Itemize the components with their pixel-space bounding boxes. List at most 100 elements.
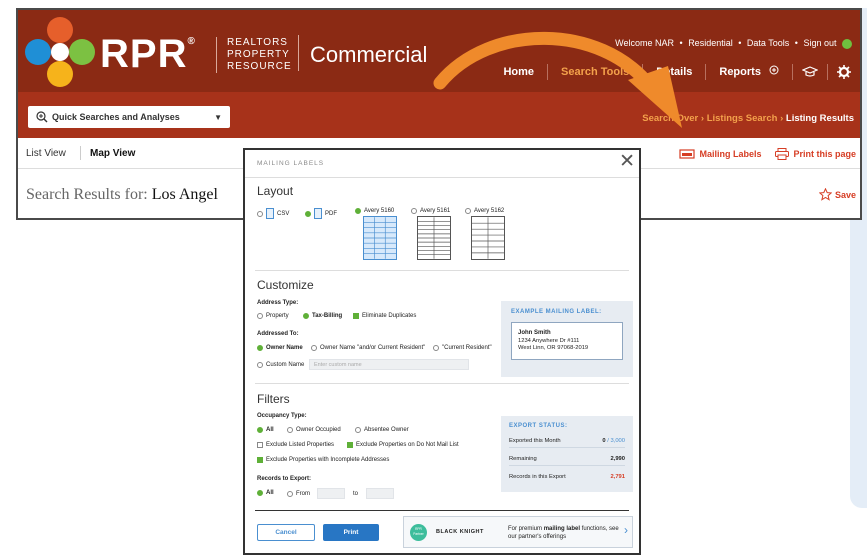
graduation-cap-icon xyxy=(802,66,818,77)
results-query: Los Angel xyxy=(151,186,218,203)
radio[interactable] xyxy=(311,345,317,351)
avery-5160-preview-icon[interactable] xyxy=(363,216,397,260)
radio-selected[interactable] xyxy=(303,313,309,319)
radio[interactable] xyxy=(355,427,361,433)
checkbox[interactable] xyxy=(257,442,263,448)
reports-icon xyxy=(769,65,779,75)
layout-heading: Layout xyxy=(257,184,294,198)
occupancy-all-option[interactable]: All xyxy=(257,427,274,433)
radio[interactable] xyxy=(465,208,471,214)
partner-promo[interactable]: RPR Partner BLACK KNIGHT For premium mai… xyxy=(403,516,633,548)
print-page-button[interactable]: Print this page xyxy=(775,148,856,160)
avery-5161-preview-icon[interactable] xyxy=(417,216,451,260)
custom-name-input[interactable]: Enter custom name xyxy=(309,359,469,370)
addressed-owner-name-option[interactable]: Owner Name xyxy=(257,345,303,351)
training-button[interactable] xyxy=(793,64,828,80)
format-csv-option[interactable]: CSV xyxy=(257,208,289,219)
close-icon[interactable]: ✕ xyxy=(619,152,635,172)
records-all-option[interactable]: All xyxy=(257,490,274,496)
divider xyxy=(298,35,299,71)
printer-icon xyxy=(775,148,790,160)
checkbox-checked[interactable] xyxy=(353,313,359,319)
radio-selected[interactable] xyxy=(257,345,263,351)
template-avery-5162[interactable]: Avery 5162 xyxy=(465,208,504,214)
occupancy-type-label: Occupancy Type: xyxy=(257,413,307,419)
main-nav: Home Search Tools Details Reports xyxy=(490,64,860,80)
radio[interactable] xyxy=(257,210,263,217)
radio-selected[interactable] xyxy=(355,208,361,214)
link-sign-out[interactable]: Sign out xyxy=(803,38,836,48)
partner-badge-icon: RPR Partner xyxy=(410,524,427,541)
template-avery-5161[interactable]: Avery 5161 xyxy=(411,208,450,214)
eliminate-duplicates-checkbox[interactable]: Eliminate Duplicates xyxy=(353,313,416,319)
address-property-option[interactable]: Property xyxy=(257,313,289,319)
occupancy-absentee-option[interactable]: Absentee Owner xyxy=(355,427,409,433)
checkbox-checked[interactable] xyxy=(347,442,353,448)
address-tax-billing-option[interactable]: Tax-Billing xyxy=(303,313,342,319)
star-icon xyxy=(818,188,832,201)
radio[interactable] xyxy=(411,208,417,214)
tab-list-view[interactable]: List View xyxy=(26,148,66,159)
avery-5162-preview-icon[interactable] xyxy=(471,216,505,260)
breadcrumb: Search Over › Listings Search › Listing … xyxy=(642,113,854,124)
records-to-input[interactable] xyxy=(366,488,395,499)
link-residential[interactable]: Residential xyxy=(688,38,733,48)
settings-button[interactable] xyxy=(828,64,860,80)
sub-header: Quick Searches and Analyses ▼ Search Ove… xyxy=(18,92,860,138)
addressed-current-resident-option[interactable]: "Current Resident" xyxy=(433,345,492,351)
remaining-row: Remaining 2,990 xyxy=(509,456,625,466)
radio-selected[interactable] xyxy=(257,490,263,496)
nav-home[interactable]: Home xyxy=(490,64,549,80)
mailing-labels-modal: MAILING LABELS ✕ Layout CSV PDF Avery 51… xyxy=(243,148,641,555)
results-heading: Search Results for: Los Angel xyxy=(26,186,218,203)
format-pdf-option[interactable]: PDF xyxy=(305,208,337,219)
breadcrumb-current: Listing Results xyxy=(785,113,854,124)
radio[interactable] xyxy=(287,490,293,497)
search-plus-icon xyxy=(36,111,48,123)
tab-map-view[interactable]: Map View xyxy=(90,148,135,159)
addressed-custom-name-option[interactable]: Custom Name xyxy=(257,362,304,368)
occupancy-owner-occupied-option[interactable]: Owner Occupied xyxy=(287,427,341,433)
template-avery-5160[interactable]: Avery 5160 xyxy=(355,208,394,214)
records-range-option[interactable]: From to xyxy=(287,488,395,499)
modal-title: MAILING LABELS xyxy=(257,160,325,167)
breadcrumb-listings-search[interactable]: Listings Search xyxy=(707,113,778,124)
product-name: Commercial xyxy=(310,42,428,67)
modal-header: MAILING LABELS ✕ xyxy=(245,150,639,178)
records-from-input[interactable] xyxy=(317,488,345,499)
divider xyxy=(80,146,81,160)
export-status-panel: EXPORT STATUS: Exported this Month 0 / 3… xyxy=(501,416,633,492)
radio[interactable] xyxy=(257,362,263,368)
csv-file-icon xyxy=(266,208,274,219)
addressed-owner-or-resident-option[interactable]: Owner Name "and/or Current Resident" xyxy=(311,345,425,351)
page-actions: Mailing Labels Print this page xyxy=(679,148,856,160)
example-label: John Smith 1234 Anywhere Dr #111 West Li… xyxy=(511,322,623,360)
radio[interactable] xyxy=(433,345,439,351)
radio-selected[interactable] xyxy=(257,427,263,433)
quick-search-label: Quick Searches and Analyses xyxy=(52,112,180,122)
cancel-button[interactable]: Cancel xyxy=(257,524,315,541)
nav-search-tools[interactable]: Search Tools xyxy=(548,64,644,80)
exclude-incomplete-checkbox[interactable]: Exclude Properties with Incomplete Addre… xyxy=(257,457,389,463)
save-button[interactable]: Save xyxy=(818,188,856,201)
mailing-labels-button[interactable]: Mailing Labels xyxy=(679,149,761,159)
exclude-listed-checkbox[interactable]: Exclude Listed Properties xyxy=(257,442,334,448)
export-status-title: EXPORT STATUS: xyxy=(509,423,568,429)
exclude-dnm-checkbox[interactable]: Exclude Properties on Do Not Mail List xyxy=(347,442,459,448)
checkbox-checked[interactable] xyxy=(257,457,263,463)
caret-down-icon: ▼ xyxy=(214,112,222,122)
radio[interactable] xyxy=(257,313,263,319)
divider xyxy=(255,510,629,511)
rpr-logo-icon xyxy=(25,17,95,87)
nav-reports[interactable]: Reports xyxy=(706,64,793,80)
exported-this-month-row: Exported this Month 0 / 3,000 xyxy=(509,438,625,448)
print-button[interactable]: Print xyxy=(323,524,379,541)
nav-details[interactable]: Details xyxy=(643,64,707,80)
breadcrumb-search-over[interactable]: Search Over xyxy=(642,113,698,124)
radio[interactable] xyxy=(287,427,293,433)
link-data-tools[interactable]: Data Tools xyxy=(747,38,789,48)
radio-selected[interactable] xyxy=(305,210,311,217)
quick-search-dropdown[interactable]: Quick Searches and Analyses ▼ xyxy=(28,106,230,128)
example-address-line1: 1234 Anywhere Dr #111 xyxy=(518,337,580,344)
online-status-icon xyxy=(842,38,852,49)
